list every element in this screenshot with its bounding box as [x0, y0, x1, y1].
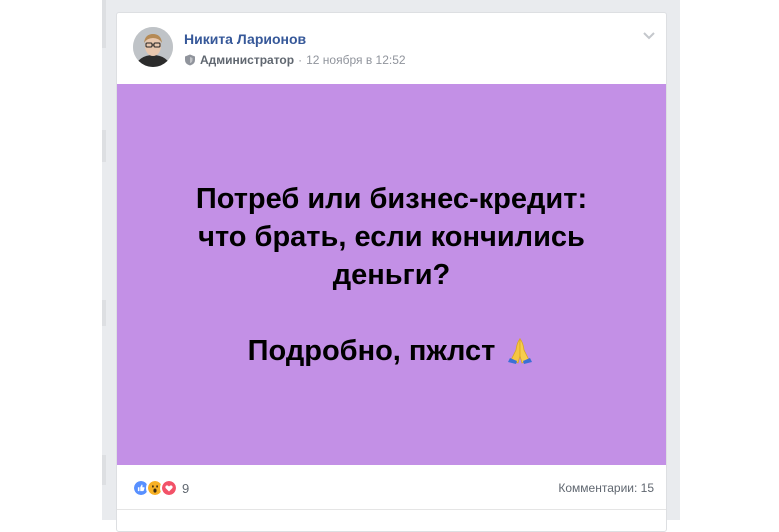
- banner-line-1: Потреб или бизнес-кредит:: [195, 182, 588, 215]
- chevron-down-icon[interactable]: [642, 28, 656, 42]
- post-footer: 9 Комментарии: 15: [117, 465, 666, 510]
- folded-hands-icon: [508, 337, 533, 364]
- post-timestamp[interactable]: 12 ноября в 12:52: [306, 53, 405, 67]
- sidebar-edge: [102, 0, 106, 48]
- sidebar-edge: [102, 130, 106, 162]
- banner-line-2: что брать, если кончились: [198, 220, 585, 253]
- shield-icon: [185, 54, 195, 66]
- reactions-summary[interactable]: 9: [132, 479, 189, 497]
- post-banner: Потреб или бизнес-кредит: что брать, есл…: [117, 84, 666, 465]
- author-name[interactable]: Никита Ларионов: [184, 31, 306, 47]
- comments-count-link[interactable]: Комментарии: 15: [558, 481, 654, 495]
- sidebar-edge: [102, 300, 106, 326]
- love-icon: [160, 479, 178, 497]
- author-role: Администратор: [200, 53, 295, 67]
- sidebar-edge: [102, 455, 106, 485]
- banner-tail: Подробно, пжлст: [248, 332, 536, 370]
- post-card: Никита Ларионов Администратор · 12 ноябр…: [116, 12, 667, 532]
- banner-tail-text: Подробно, пжлст: [247, 334, 496, 367]
- post-meta: Администратор · 12 ноября в 12:52: [184, 53, 406, 67]
- reactions-count: 9: [182, 480, 190, 496]
- avatar[interactable]: [133, 27, 173, 67]
- meta-separator: ·: [298, 53, 303, 67]
- banner-line-3: деньги?: [332, 258, 451, 291]
